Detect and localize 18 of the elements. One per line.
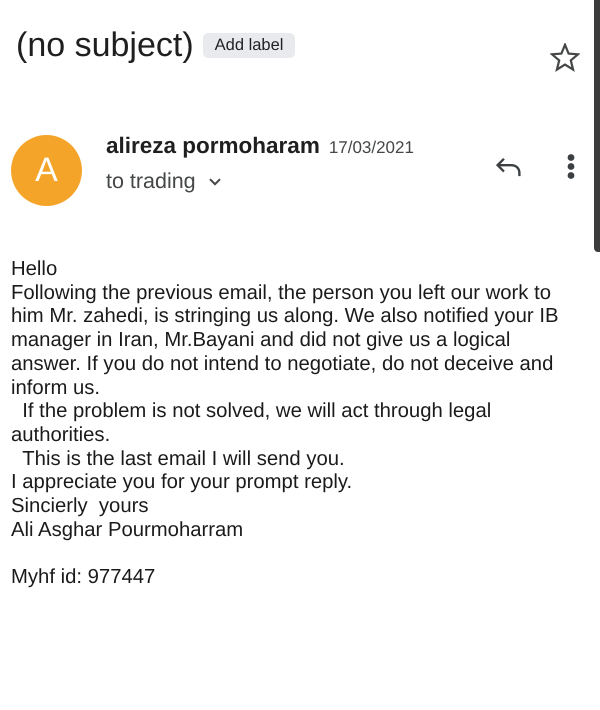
star-icon[interactable] — [550, 43, 580, 72]
recipient-text: to trading — [106, 169, 196, 194]
email-body-text: Ali Asghar Pourmoharram — [11, 518, 244, 542]
add-label-button[interactable]: Add label — [202, 33, 296, 58]
reply-icon[interactable] — [495, 156, 522, 176]
email-body-text: Myhf id: 977447 — [11, 566, 156, 590]
more-options-icon[interactable] — [567, 154, 575, 179]
sender-name: alireza pormoharam — [106, 133, 320, 159]
sender-avatar: A — [11, 135, 82, 206]
email-body-text: I appreciate you for your prompt reply. — [11, 471, 354, 496]
message-date: 17/03/2021 — [328, 138, 414, 158]
chevron-down-icon[interactable] — [208, 178, 221, 186]
email-body-text: Sincierly yours — [11, 495, 150, 519]
subject-title: (no subject) — [16, 25, 194, 66]
email-body-text: If the problem is not solved, we will act through legal authorities. — [11, 400, 492, 448]
email-body-text: Hello — [11, 258, 58, 282]
email-body-text: Following the previous email, the person you left our work to him Mr. zahedi, is stringing us along. We also notified your IB manager in Iran, Mr.Bayani and did not give us a logical answer. If you do not intend to negotiate, do not deceive and inform us. — [11, 282, 560, 400]
email-body-text: This is the last email I will send you. — [21, 448, 346, 472]
